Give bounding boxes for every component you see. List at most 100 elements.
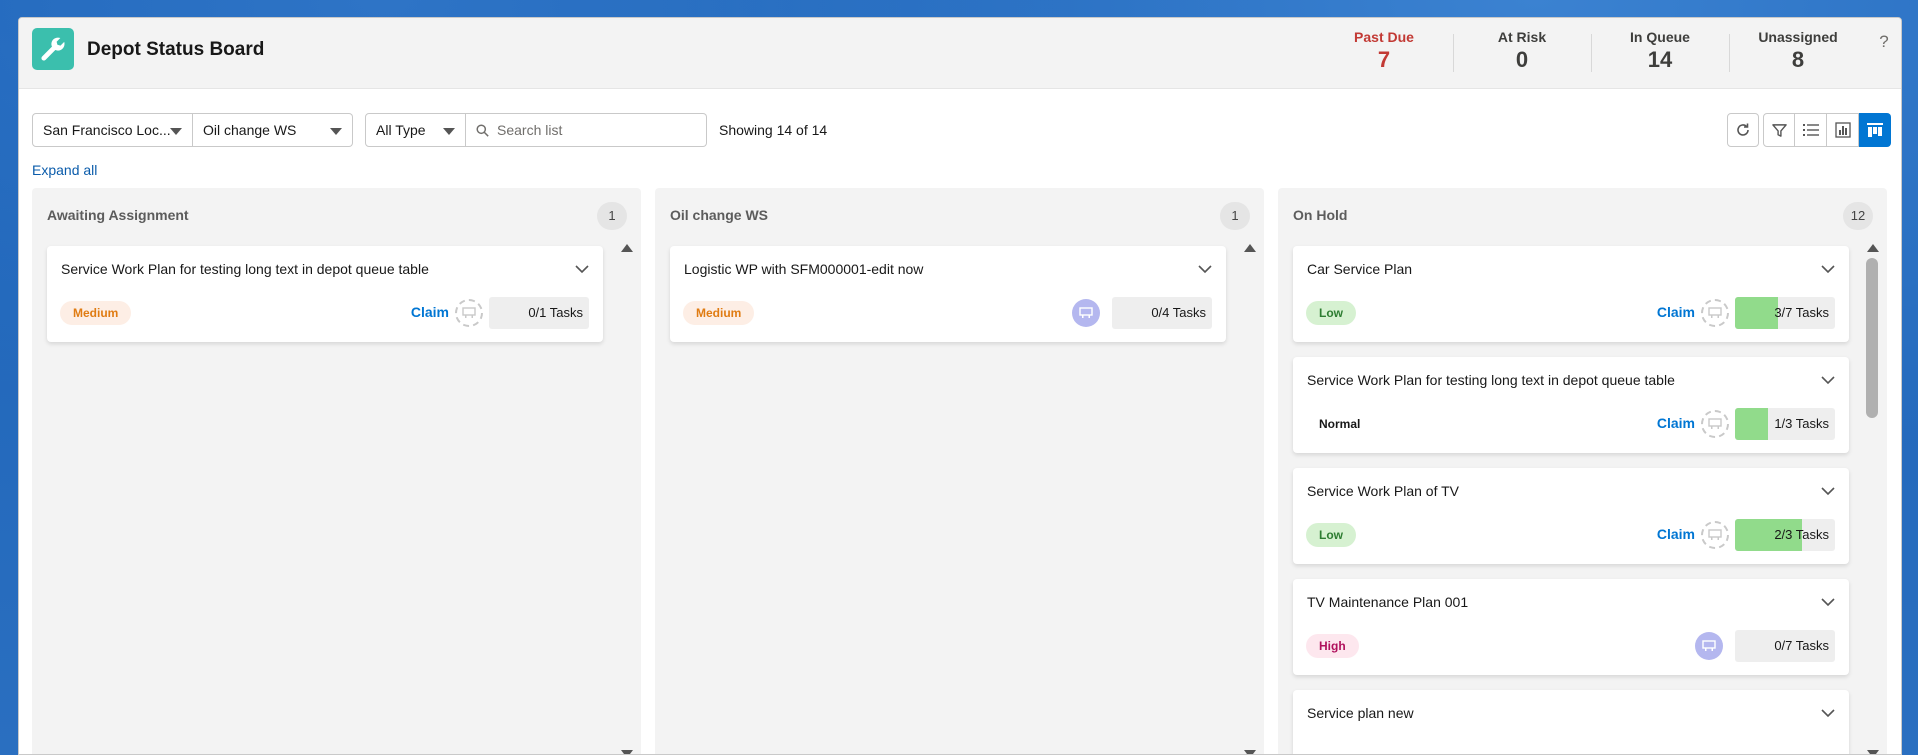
kpi-at-risk[interactable]: At Risk 0 bbox=[1453, 18, 1591, 89]
column-oil-change-ws: Oil change WS 1 Logistic WP with SFM0000… bbox=[655, 188, 1264, 754]
kpi-label: Unassigned bbox=[1758, 29, 1838, 45]
scrollbar-thumb[interactable] bbox=[1866, 258, 1878, 418]
board-view-button[interactable] bbox=[1859, 113, 1891, 147]
help-icon[interactable]: ? bbox=[1867, 18, 1901, 89]
tasks-progress: 2/3 Tasks bbox=[1735, 519, 1835, 551]
header: Depot Status Board Past Due 7 At Risk 0 … bbox=[19, 18, 1901, 89]
refresh-button[interactable] bbox=[1727, 113, 1759, 147]
chevron-down-icon[interactable] bbox=[1821, 597, 1835, 607]
claim-link[interactable]: Claim bbox=[411, 304, 449, 320]
kpi-label: Past Due bbox=[1354, 29, 1414, 45]
list-view-button[interactable] bbox=[1795, 113, 1827, 147]
location-select-value: San Francisco Loc... bbox=[43, 122, 171, 138]
priority-badge: Normal bbox=[1319, 417, 1361, 431]
chevron-down-icon[interactable] bbox=[1821, 375, 1835, 385]
chevron-down-icon[interactable] bbox=[1821, 708, 1835, 718]
column-header: On Hold 12 bbox=[1278, 188, 1887, 242]
column-scrollbar[interactable] bbox=[617, 244, 635, 754]
kpi-in-queue[interactable]: In Queue 14 bbox=[1591, 18, 1729, 89]
card-title: Logistic WP with SFM000001-edit now bbox=[684, 261, 924, 277]
chevron-down-icon[interactable] bbox=[1198, 264, 1212, 274]
kpi-unassigned[interactable]: Unassigned 8 bbox=[1729, 18, 1867, 89]
assigned-avatar-icon bbox=[1695, 632, 1723, 660]
tasks-progress: 0/7 Tasks bbox=[1735, 630, 1835, 662]
showing-count: Showing 14 of 14 bbox=[719, 122, 828, 138]
chevron-down-icon[interactable] bbox=[1821, 486, 1835, 496]
list-icon bbox=[1802, 124, 1819, 136]
tasks-progress-label: 2/3 Tasks bbox=[1774, 527, 1829, 542]
depot-status-board: Depot Status Board Past Due 7 At Risk 0 … bbox=[18, 17, 1902, 755]
card-title: TV Maintenance Plan 001 bbox=[1307, 594, 1469, 610]
scroll-down-arrow-icon[interactable] bbox=[621, 750, 633, 754]
card-title: Car Service Plan bbox=[1307, 261, 1413, 277]
assigned-avatar-icon bbox=[1072, 299, 1100, 327]
tasks-progress-label: 0/1 Tasks bbox=[528, 305, 583, 320]
bar-chart-icon bbox=[1834, 122, 1851, 138]
work-plan-card[interactable]: TV Maintenance Plan 001 High 0/7 Tasks bbox=[1293, 579, 1849, 675]
tasks-progress: 1/3 Tasks bbox=[1735, 408, 1835, 440]
work-plan-card[interactable]: Logistic WP with SFM000001-edit now Medi… bbox=[670, 246, 1226, 342]
type-select-value: All Type bbox=[376, 122, 426, 138]
chart-view-button[interactable] bbox=[1827, 113, 1859, 147]
page-title: Depot Status Board bbox=[87, 39, 265, 60]
wrench-icon bbox=[32, 28, 74, 70]
scroll-up-arrow-icon[interactable] bbox=[1244, 244, 1256, 252]
workstation-select[interactable]: Oil change WS bbox=[193, 113, 353, 147]
column-count-badge: 1 bbox=[597, 202, 627, 230]
tasks-progress: 3/7 Tasks bbox=[1735, 297, 1835, 329]
search-box bbox=[466, 113, 707, 147]
search-icon bbox=[476, 123, 489, 137]
column-scrollbar[interactable] bbox=[1240, 244, 1258, 754]
tasks-progress-label: 0/7 Tasks bbox=[1774, 638, 1829, 653]
search-input[interactable] bbox=[497, 122, 687, 138]
card-title: Service Work Plan of TV bbox=[1307, 483, 1459, 499]
caret-down-icon bbox=[170, 128, 182, 135]
column-on-hold: On Hold 12 Car Service Plan Low Claim 3/… bbox=[1278, 188, 1887, 754]
work-plan-card[interactable]: Service Work Plan for testing long text … bbox=[1293, 357, 1849, 453]
unassigned-avatar-icon bbox=[1701, 299, 1729, 327]
kpi-past-due[interactable]: Past Due 7 bbox=[1315, 18, 1453, 89]
kpi-value: 0 bbox=[1515, 47, 1529, 72]
filter-icon bbox=[1771, 123, 1787, 137]
work-plan-card[interactable]: Car Service Plan Low Claim 3/7 Tasks bbox=[1293, 246, 1849, 342]
kpi-value: 8 bbox=[1791, 47, 1805, 72]
unassigned-avatar-icon bbox=[455, 299, 483, 327]
card-title: Service Work Plan for testing long text … bbox=[61, 261, 429, 277]
priority-badge: High bbox=[1306, 634, 1359, 658]
kpi-value: 7 bbox=[1377, 47, 1391, 72]
kpi-value: 14 bbox=[1647, 47, 1673, 72]
caret-down-icon bbox=[330, 128, 342, 135]
claim-link[interactable]: Claim bbox=[1657, 415, 1695, 431]
column-count-badge: 12 bbox=[1843, 202, 1873, 230]
column-scrollbar[interactable] bbox=[1863, 244, 1881, 754]
type-select[interactable]: All Type bbox=[365, 113, 466, 147]
column-title: On Hold bbox=[1293, 207, 1348, 223]
column-count-badge: 1 bbox=[1220, 202, 1250, 230]
column-awaiting-assignment: Awaiting Assignment 1 Service Work Plan … bbox=[32, 188, 641, 754]
card-title: Service Work Plan for testing long text … bbox=[1307, 372, 1675, 388]
tasks-progress-label: 0/4 Tasks bbox=[1151, 305, 1206, 320]
expand-all-link[interactable]: Expand all bbox=[32, 162, 97, 178]
scroll-down-arrow-icon[interactable] bbox=[1867, 750, 1879, 754]
priority-badge: Low bbox=[1306, 301, 1356, 325]
chevron-down-icon[interactable] bbox=[575, 264, 589, 274]
scroll-down-arrow-icon[interactable] bbox=[1244, 750, 1256, 754]
location-select[interactable]: San Francisco Loc... bbox=[32, 113, 193, 147]
work-plan-card[interactable]: Service Work Plan of TV Low Claim 2/3 Ta… bbox=[1293, 468, 1849, 564]
column-title: Awaiting Assignment bbox=[47, 207, 189, 223]
work-plan-card[interactable]: Service Work Plan for testing long text … bbox=[47, 246, 603, 342]
refresh-icon bbox=[1737, 123, 1749, 136]
unassigned-avatar-icon bbox=[1701, 410, 1729, 438]
kpi-label: In Queue bbox=[1630, 29, 1690, 45]
chevron-down-icon[interactable] bbox=[1821, 264, 1835, 274]
scroll-up-arrow-icon[interactable] bbox=[1867, 244, 1879, 252]
kanban-icon bbox=[1866, 123, 1883, 137]
tasks-progress-label: 1/3 Tasks bbox=[1774, 416, 1829, 431]
filter-button[interactable] bbox=[1763, 113, 1795, 147]
scroll-up-arrow-icon[interactable] bbox=[621, 244, 633, 252]
claim-link[interactable]: Claim bbox=[1657, 526, 1695, 542]
column-header: Oil change WS 1 bbox=[655, 188, 1264, 242]
claim-link[interactable]: Claim bbox=[1657, 304, 1695, 320]
work-plan-card[interactable]: Service plan new bbox=[1293, 690, 1849, 754]
column-title: Oil change WS bbox=[670, 207, 769, 223]
